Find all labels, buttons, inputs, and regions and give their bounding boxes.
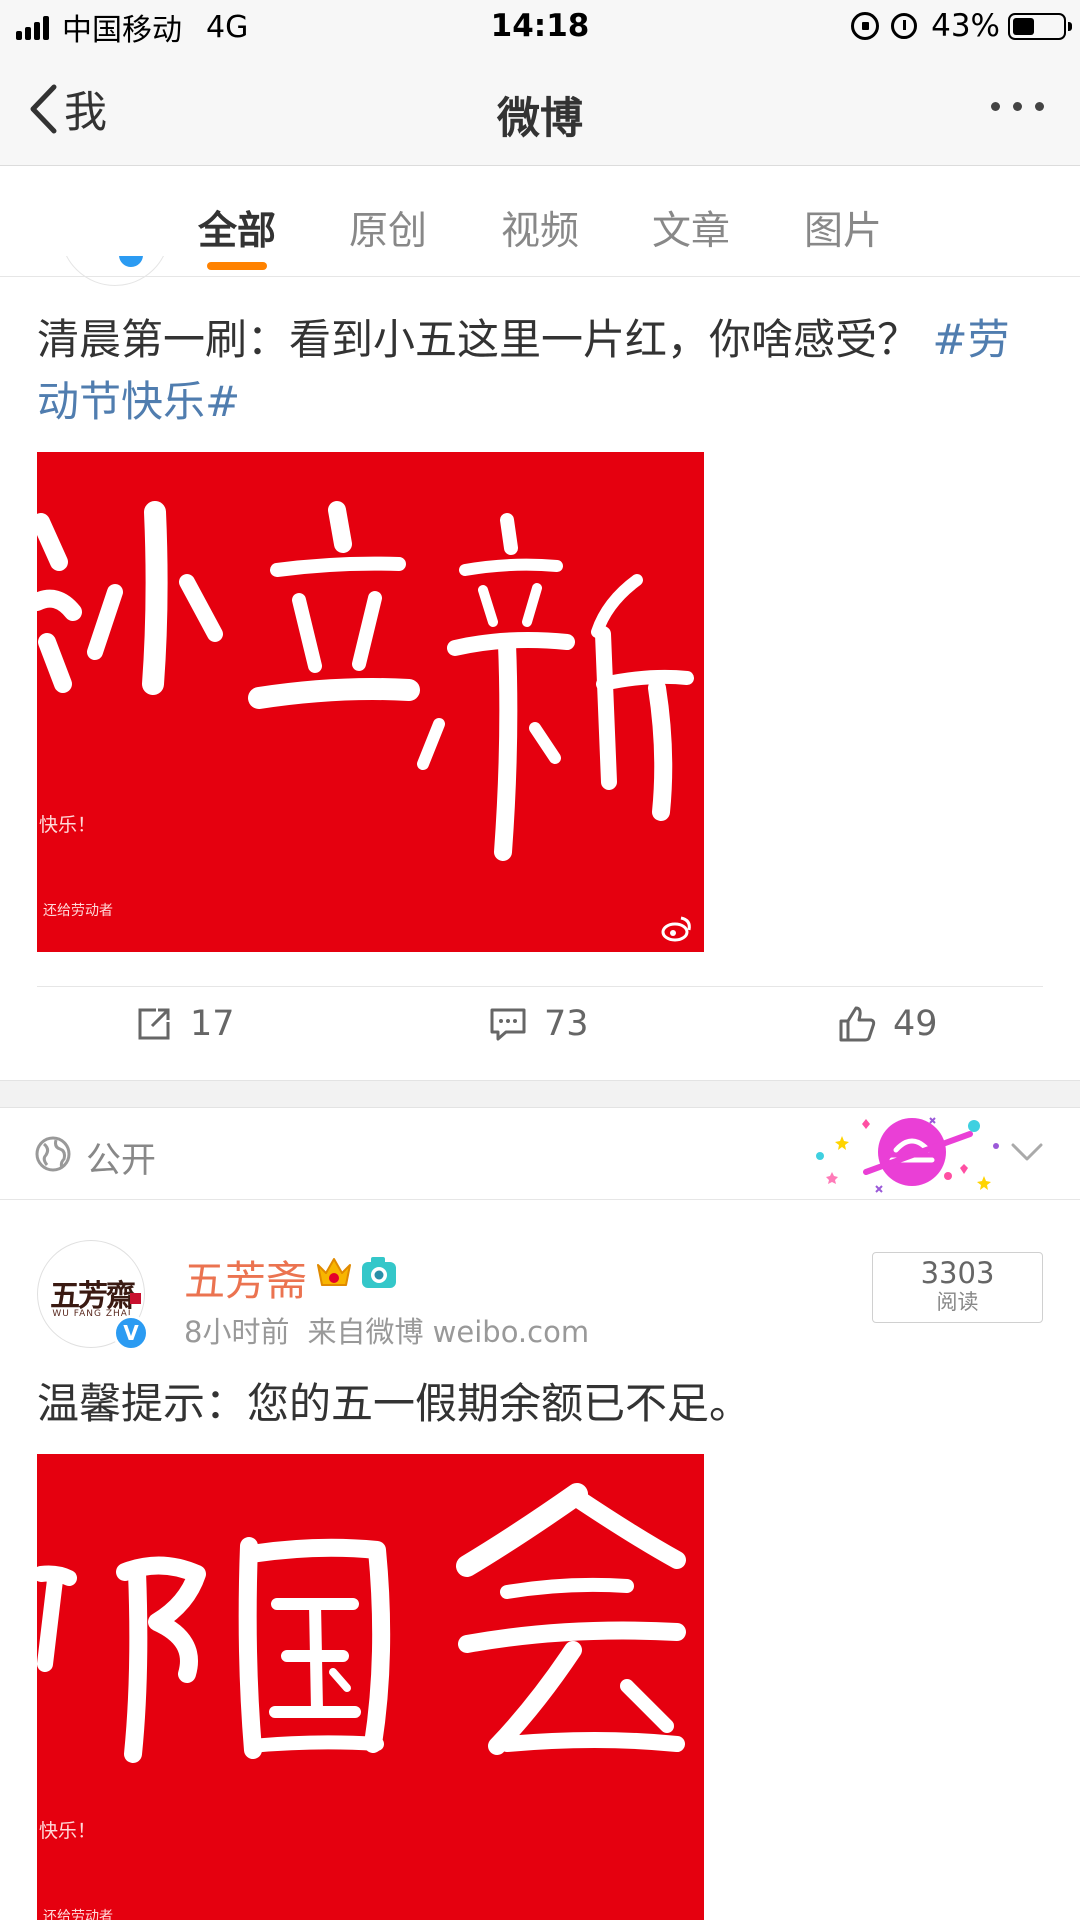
chevron-down-icon[interactable] [1010,1140,1044,1164]
visibility-row: 公开 [0,1108,1080,1200]
post-meta: 8小时前 来自微博 weibo.com [184,1309,589,1351]
post-body: 清晨第一刷：看到小五这里一片红，你啥感受？ [37,315,920,364]
visibility-label: 公开 [86,1141,157,1181]
repost-count: 17 [190,1004,235,1044]
like-button[interactable]: 49 [837,1004,938,1044]
image-caption: 快乐！ [39,1820,97,1842]
status-bar: 中国移动 4G 14:18 43% [0,0,1080,54]
globe-icon [35,1136,71,1172]
more-icon[interactable] [978,102,1044,111]
read-count-badge: 3303 阅读 [872,1252,1043,1323]
post-image[interactable]: 快乐！ 还给劳动者 [37,452,704,952]
feed-separator [0,1080,1080,1108]
like-count: 49 [893,1004,938,1044]
post-body: 温馨提示：您的五一假期余额已不足。 [37,1379,752,1428]
post-text: 温馨提示：您的五一假期余额已不足。 [37,1373,1047,1435]
battery-fill [1013,17,1034,35]
tab-video[interactable]: 视频 [480,200,600,256]
post-source[interactable]: 来自微博 weibo.com [307,1315,589,1349]
page-title: 微博 [497,94,583,144]
rotation-lock-icon [851,12,880,40]
post-text: 清晨第一刷：看到小五这里一片红，你啥感受？ #劳动节快乐# [37,309,1047,433]
image-caption: 还给劳动者 [43,1909,113,1920]
crown-badge-icon [317,1258,351,1286]
comment-count: 73 [544,1004,589,1044]
post-actions: 17 73 49 [0,986,1080,1078]
read-label: 阅读 [936,1290,979,1314]
tab-article[interactable]: 文章 [631,200,751,256]
tab-photo[interactable]: 图片 [783,200,903,256]
post-image[interactable]: 快乐！ 还给劳动者 [37,1454,704,1920]
repost-icon [138,1008,170,1040]
read-count: 3303 [920,1256,995,1290]
repost-button[interactable]: 17 [134,1004,235,1044]
libra-sticker-icon [816,1117,999,1193]
battery-percent: 43% [931,8,1000,44]
post-time: 8小时前 [184,1315,290,1349]
status-right: 43% [851,8,1072,44]
tab-original[interactable]: 原创 [328,200,448,256]
weibo-watermark-icon [661,916,691,942]
verified-icon: V [113,1315,149,1351]
tab-all[interactable]: 全部 [177,200,297,256]
brush-calligraphy [37,1483,686,1763]
battery-icon [1008,12,1072,40]
thumbs-up-icon [839,1006,876,1042]
chevron-left-icon [30,84,57,134]
back-label: 我 [64,88,107,138]
image-caption: 快乐！ [39,814,97,836]
author-name[interactable]: 五芳斋 [184,1247,307,1307]
comment-button[interactable]: 73 [488,1004,589,1044]
seal-icon [130,1293,141,1304]
back-button[interactable]: 我 [26,82,107,138]
nav-bar: 我 微博 [0,54,1080,166]
image-caption: 还给劳动者 [43,903,113,919]
comment-icon [490,1008,526,1041]
active-tab-indicator [207,262,267,270]
avatar[interactable] [60,256,170,286]
camera-badge-icon [362,1257,396,1288]
alarm-icon [891,13,918,39]
brush-calligraphy [37,501,694,861]
